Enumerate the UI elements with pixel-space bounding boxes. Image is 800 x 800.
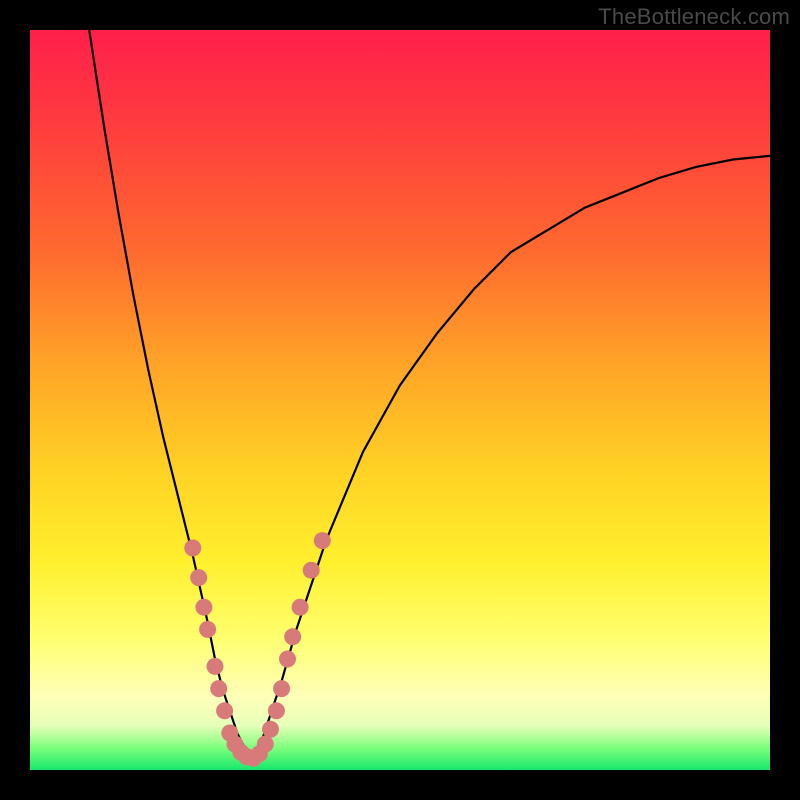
chart-svg <box>30 30 770 770</box>
data-point <box>279 651 296 668</box>
data-point <box>195 599 212 616</box>
watermark-text: TheBottleneck.com <box>598 4 790 30</box>
data-point <box>303 562 320 579</box>
data-point <box>292 599 309 616</box>
data-point <box>216 702 233 719</box>
curve-right <box>252 156 770 763</box>
data-point <box>184 540 201 557</box>
data-point <box>284 628 301 645</box>
data-point <box>190 569 207 586</box>
curve-left <box>89 30 252 763</box>
data-point <box>262 721 279 738</box>
data-point <box>207 658 224 675</box>
data-point <box>199 621 216 638</box>
outer-frame: TheBottleneck.com <box>0 0 800 800</box>
data-point <box>268 702 285 719</box>
dot-layer <box>184 532 330 767</box>
data-point <box>210 680 227 697</box>
data-point <box>314 532 331 549</box>
data-point <box>273 680 290 697</box>
data-point <box>257 736 274 753</box>
plot-area <box>30 30 770 770</box>
